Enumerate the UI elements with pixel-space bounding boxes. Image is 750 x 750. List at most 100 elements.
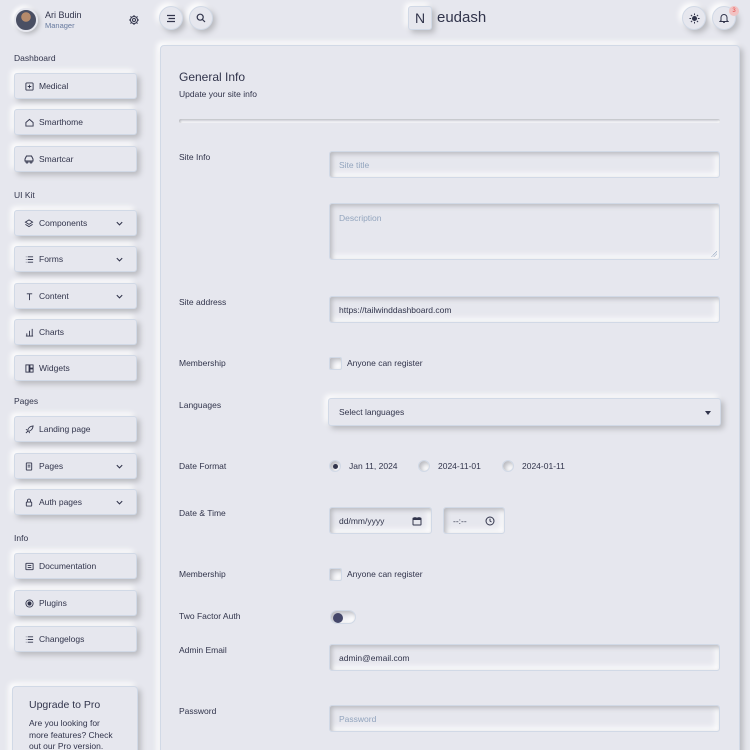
date-format-radio-1[interactable] bbox=[329, 460, 341, 472]
plugin-icon bbox=[24, 598, 34, 608]
lock-icon bbox=[24, 497, 34, 507]
sidebar-item-smarthome[interactable]: Smarthome bbox=[14, 109, 137, 135]
sidebar-item-auth-pages[interactable]: Auth pages bbox=[14, 489, 137, 515]
divider bbox=[179, 119, 720, 123]
two-factor-label: Two Factor Auth bbox=[179, 611, 241, 621]
page-title: General Info bbox=[179, 70, 246, 84]
sidebar-item-label: Components bbox=[39, 218, 88, 228]
date-format-radio-2[interactable] bbox=[418, 460, 430, 472]
membership-2-label: Membership bbox=[179, 569, 226, 579]
membership-2-checkbox[interactable] bbox=[329, 568, 342, 581]
rocket-icon bbox=[24, 424, 34, 434]
password-input[interactable]: Password bbox=[329, 705, 720, 732]
date-placeholder: dd/mm/yyyy bbox=[339, 515, 385, 526]
membership-checkbox[interactable] bbox=[329, 357, 342, 370]
upgrade-card[interactable]: Upgrade to Pro Are you looking for more … bbox=[12, 686, 138, 750]
chevron-down-icon bbox=[116, 294, 123, 299]
languages-select[interactable]: Select languages bbox=[328, 398, 721, 426]
document-icon bbox=[24, 561, 34, 571]
site-info-label: Site Info bbox=[179, 152, 211, 162]
sidebar-item-label: Changelogs bbox=[39, 634, 85, 644]
search-icon bbox=[196, 13, 206, 23]
user-profile[interactable]: Ari Budin Manager bbox=[14, 8, 146, 36]
sidebar-item-content[interactable]: Content bbox=[14, 283, 137, 309]
sidebar-item-label: Landing page bbox=[39, 424, 91, 434]
sidebar-item-label: Widgets bbox=[39, 363, 70, 373]
page-subtitle: Update your site info bbox=[179, 89, 257, 99]
date-format-option-3[interactable]: 2024-01-11 bbox=[522, 461, 565, 471]
two-factor-toggle[interactable] bbox=[330, 610, 356, 624]
time-input[interactable]: --:-- bbox=[443, 507, 505, 534]
page-icon bbox=[24, 461, 34, 471]
search-button[interactable] bbox=[189, 6, 213, 30]
bar-chart-icon bbox=[24, 327, 34, 337]
membership-checkbox-label[interactable]: Anyone can register bbox=[347, 358, 423, 368]
date-format-option-1[interactable]: Jan 11, 2024 bbox=[349, 461, 398, 471]
date-input[interactable]: dd/mm/yyyy bbox=[329, 507, 432, 534]
upgrade-title: Upgrade to Pro bbox=[29, 699, 101, 711]
layers-icon bbox=[24, 218, 34, 228]
chevron-down-icon bbox=[116, 464, 123, 469]
sidebar-item-label: Charts bbox=[39, 327, 65, 337]
section-dashboard: Dashboard bbox=[14, 53, 56, 63]
sidebar-item-widgets[interactable]: Widgets bbox=[14, 355, 137, 381]
text-icon bbox=[24, 291, 34, 301]
user-name: Ari Budin bbox=[45, 10, 82, 20]
bell-icon bbox=[719, 14, 729, 23]
membership-label: Membership bbox=[179, 358, 226, 368]
theme-toggle-button[interactable] bbox=[682, 6, 706, 30]
date-format-radio-3[interactable] bbox=[502, 460, 514, 472]
section-pages: Pages bbox=[14, 396, 39, 406]
user-role: Manager bbox=[45, 21, 75, 30]
section-info: Info bbox=[14, 533, 29, 543]
caret-down-icon bbox=[705, 411, 711, 415]
widgets-icon bbox=[24, 363, 34, 373]
avatar[interactable] bbox=[14, 8, 38, 32]
gear-icon[interactable] bbox=[128, 14, 140, 26]
sidebar-item-charts[interactable]: Charts bbox=[14, 319, 137, 345]
car-icon bbox=[24, 154, 34, 164]
chevron-down-icon bbox=[116, 500, 123, 505]
time-placeholder: --:-- bbox=[453, 515, 467, 526]
sidebar-item-medical[interactable]: Medical bbox=[14, 73, 137, 99]
password-label: Password bbox=[179, 706, 217, 716]
sidebar-item-forms[interactable]: Forms bbox=[14, 246, 137, 272]
logo-mark[interactable]: N bbox=[408, 6, 432, 30]
sidebar-item-smartcar[interactable]: Smartcar bbox=[14, 146, 137, 172]
admin-email-input[interactable]: admin@email.com bbox=[329, 644, 720, 671]
medical-icon bbox=[24, 81, 34, 91]
sidebar-item-documentation[interactable]: Documentation bbox=[14, 553, 137, 579]
list-icon bbox=[24, 634, 34, 644]
toggle-knob bbox=[333, 613, 343, 623]
clock-icon[interactable] bbox=[485, 516, 495, 526]
sidebar-item-landing-page[interactable]: Landing page bbox=[14, 416, 137, 442]
sidebar-item-label: Auth pages bbox=[39, 497, 83, 507]
description-placeholder: Description bbox=[339, 213, 382, 223]
sidebar-item-label: Documentation bbox=[39, 561, 97, 571]
chevron-down-icon bbox=[116, 257, 123, 262]
resize-handle-icon[interactable] bbox=[711, 251, 717, 257]
notification-badge: 3 bbox=[729, 6, 739, 16]
site-title-input[interactable]: Site title bbox=[329, 151, 720, 178]
list-icon bbox=[24, 254, 34, 264]
sidebar-item-label: Pages bbox=[39, 461, 64, 471]
logo-text[interactable]: eudash bbox=[437, 9, 486, 26]
membership-2-checkbox-label[interactable]: Anyone can register bbox=[347, 569, 423, 579]
sun-icon bbox=[688, 12, 700, 24]
sidebar-item-plugins[interactable]: Plugins bbox=[14, 590, 137, 616]
admin-email-label: Admin Email bbox=[179, 645, 227, 655]
sidebar-item-changelogs[interactable]: Changelogs bbox=[14, 626, 137, 652]
sidebar-item-components[interactable]: Components bbox=[14, 210, 137, 236]
sidebar-item-pages[interactable]: Pages bbox=[14, 453, 137, 479]
description-textarea[interactable]: Description bbox=[329, 203, 720, 260]
languages-label: Languages bbox=[179, 400, 222, 410]
calendar-icon[interactable] bbox=[412, 516, 422, 526]
date-format-option-2[interactable]: 2024-11-01 bbox=[438, 461, 481, 471]
section-ui-kit: UI Kit bbox=[14, 190, 35, 200]
site-address-input[interactable]: https://tailwinddashboard.com bbox=[329, 296, 720, 323]
menu-icon bbox=[167, 14, 175, 22]
date-format-label: Date Format bbox=[179, 461, 227, 471]
site-address-label: Site address bbox=[179, 297, 227, 307]
menu-toggle-button[interactable] bbox=[159, 6, 183, 30]
home-icon bbox=[24, 117, 34, 127]
